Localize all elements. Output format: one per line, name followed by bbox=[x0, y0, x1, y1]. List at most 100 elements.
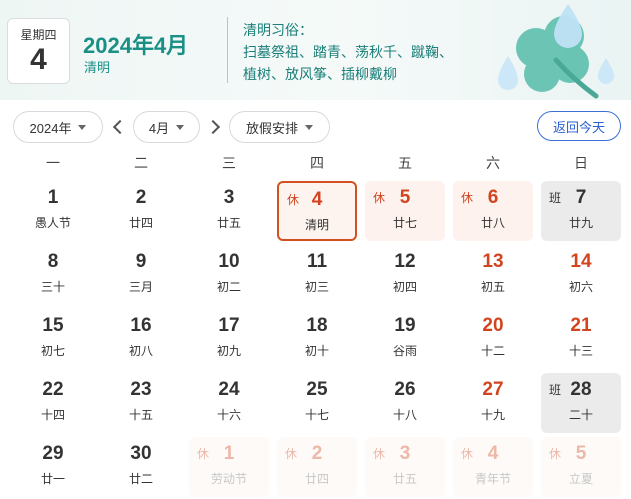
chevron-down-icon bbox=[305, 124, 313, 130]
day-cell[interactable]: 班 7 廿九 bbox=[541, 181, 621, 241]
day-number: 3 bbox=[399, 443, 411, 464]
day-number: 4 bbox=[487, 443, 499, 464]
day-cell[interactable]: 29 廿一 bbox=[13, 437, 93, 497]
lunar-date: 初五 bbox=[480, 280, 505, 294]
day-number: 25 bbox=[306, 379, 328, 400]
day-cell[interactable]: 10 初二 bbox=[189, 245, 269, 305]
day-number: 10 bbox=[218, 251, 240, 272]
clover-raindrop-decoration bbox=[498, 4, 614, 99]
day-cell[interactable]: 1 愚人节 bbox=[13, 181, 93, 241]
chevron-right-icon bbox=[205, 119, 221, 135]
lunar-date: 初四 bbox=[392, 280, 417, 294]
lunar-date: 廿四 bbox=[304, 472, 329, 486]
day-cell[interactable]: 17 初九 bbox=[189, 309, 269, 369]
day-cell[interactable]: 18 初十 bbox=[277, 309, 357, 369]
lunar-date: 初二 bbox=[216, 280, 241, 294]
lunar-date: 十九 bbox=[480, 408, 505, 422]
year-select[interactable]: 2024年 bbox=[13, 111, 103, 143]
day-cell[interactable]: 20 十二 bbox=[453, 309, 533, 369]
day-cell-next-month[interactable]: 休 5 立夏 bbox=[541, 437, 621, 497]
weekday-header-mon: 一 bbox=[46, 155, 60, 171]
day-number: 1 bbox=[47, 187, 59, 208]
day-number: 20 bbox=[482, 315, 504, 336]
lunar-date: 三十 bbox=[40, 280, 65, 294]
chevron-left-icon bbox=[112, 119, 128, 135]
day-number: 24 bbox=[218, 379, 240, 400]
lunar-date: 十六 bbox=[216, 408, 241, 422]
header-divider bbox=[227, 17, 228, 83]
day-number: 4 bbox=[311, 189, 323, 210]
day-number: 26 bbox=[394, 379, 416, 400]
day-cell[interactable]: 12 初四 bbox=[365, 245, 445, 305]
day-number: 19 bbox=[394, 315, 416, 336]
customs-line-2: 植树、放风筝、插柳戴柳 bbox=[243, 66, 397, 82]
day-cell-next-month[interactable]: 休 2 廿四 bbox=[277, 437, 357, 497]
lunar-date: 廿九 bbox=[568, 216, 593, 230]
day-cell[interactable]: 2 廿四 bbox=[101, 181, 181, 241]
weekday-header-sun: 日 bbox=[574, 155, 588, 171]
holiday-select[interactable]: 放假安排 bbox=[229, 111, 330, 143]
day-cell[interactable]: 21 十三 bbox=[541, 309, 621, 369]
day-cell[interactable]: 休 5 廿七 bbox=[365, 181, 445, 241]
day-number: 18 bbox=[306, 315, 328, 336]
day-cell[interactable]: 19 谷雨 bbox=[365, 309, 445, 369]
lunar-date: 初三 bbox=[304, 280, 329, 294]
weekday-header-fri: 五 bbox=[398, 155, 412, 171]
day-cell[interactable]: 8 三十 bbox=[13, 245, 93, 305]
selected-day-box: 星期四 4 bbox=[7, 18, 70, 84]
back-to-today-button[interactable]: 返回今天 bbox=[537, 111, 621, 141]
lunar-date: 愚人节 bbox=[34, 216, 71, 230]
day-number: 22 bbox=[42, 379, 64, 400]
day-number: 17 bbox=[218, 315, 240, 336]
day-cell[interactable]: 休 6 廿八 bbox=[453, 181, 533, 241]
day-number: 8 bbox=[47, 251, 59, 272]
lunar-date: 初十 bbox=[304, 344, 329, 358]
lunar-date: 立夏 bbox=[568, 472, 593, 486]
day-cell-next-month[interactable]: 休 4 青年节 bbox=[453, 437, 533, 497]
day-cell-next-month[interactable]: 休 1 劳动节 bbox=[189, 437, 269, 497]
lunar-date: 二十 bbox=[568, 408, 593, 422]
day-number: 29 bbox=[42, 443, 64, 464]
lunar-date: 初八 bbox=[128, 344, 153, 358]
day-number: 5 bbox=[399, 187, 411, 208]
day-cell[interactable]: 23 十五 bbox=[101, 373, 181, 433]
day-cell[interactable]: 25 十七 bbox=[277, 373, 357, 433]
lunar-date: 十三 bbox=[568, 344, 593, 358]
day-cell[interactable]: 30 廿二 bbox=[101, 437, 181, 497]
lunar-date: 廿八 bbox=[480, 216, 505, 230]
lunar-date: 十四 bbox=[40, 408, 65, 422]
lunar-date: 三月 bbox=[128, 280, 153, 294]
lunar-date: 青年节 bbox=[474, 472, 511, 486]
customs-line-1: 扫墓祭祖、踏青、荡秋千、蹴鞠、 bbox=[243, 44, 453, 60]
day-number: 16 bbox=[130, 315, 152, 336]
day-number: 27 bbox=[482, 379, 504, 400]
lunar-date: 廿一 bbox=[40, 472, 65, 486]
day-cell[interactable]: 27 十九 bbox=[453, 373, 533, 433]
day-cell[interactable]: 15 初七 bbox=[13, 309, 93, 369]
day-cell[interactable]: 13 初五 bbox=[453, 245, 533, 305]
year-select-label: 2024年 bbox=[29, 120, 72, 136]
prev-month-button[interactable] bbox=[110, 115, 130, 139]
day-cell[interactable]: 3 廿五 bbox=[189, 181, 269, 241]
day-number: 30 bbox=[130, 443, 152, 464]
next-month-button[interactable] bbox=[203, 115, 223, 139]
day-cell[interactable]: 9 三月 bbox=[101, 245, 181, 305]
day-cell[interactable]: 22 十四 bbox=[13, 373, 93, 433]
lunar-date: 劳动节 bbox=[210, 472, 247, 486]
day-cell[interactable]: 14 初六 bbox=[541, 245, 621, 305]
lunar-date: 十五 bbox=[128, 408, 153, 422]
day-cell-next-month[interactable]: 休 3 廿五 bbox=[365, 437, 445, 497]
day-number: 3 bbox=[223, 187, 235, 208]
customs-text: 清明习俗： 扫墓祭祖、踏青、荡秋千、蹴鞠、 植树、放风筝、插柳戴柳 bbox=[243, 19, 453, 85]
day-number: 13 bbox=[482, 251, 504, 272]
day-cell[interactable]: 11 初三 bbox=[277, 245, 357, 305]
day-cell[interactable]: 16 初八 bbox=[101, 309, 181, 369]
day-cell[interactable]: 24 十六 bbox=[189, 373, 269, 433]
day-cell-selected[interactable]: 休 4 清明 bbox=[277, 181, 357, 241]
day-number: 12 bbox=[394, 251, 416, 272]
day-cell[interactable]: 26 十八 bbox=[365, 373, 445, 433]
month-select[interactable]: 4月 bbox=[133, 111, 200, 143]
lunar-date: 谷雨 bbox=[392, 344, 417, 358]
day-cell[interactable]: 班 28 二十 bbox=[541, 373, 621, 433]
holiday-select-label: 放假安排 bbox=[245, 120, 298, 136]
